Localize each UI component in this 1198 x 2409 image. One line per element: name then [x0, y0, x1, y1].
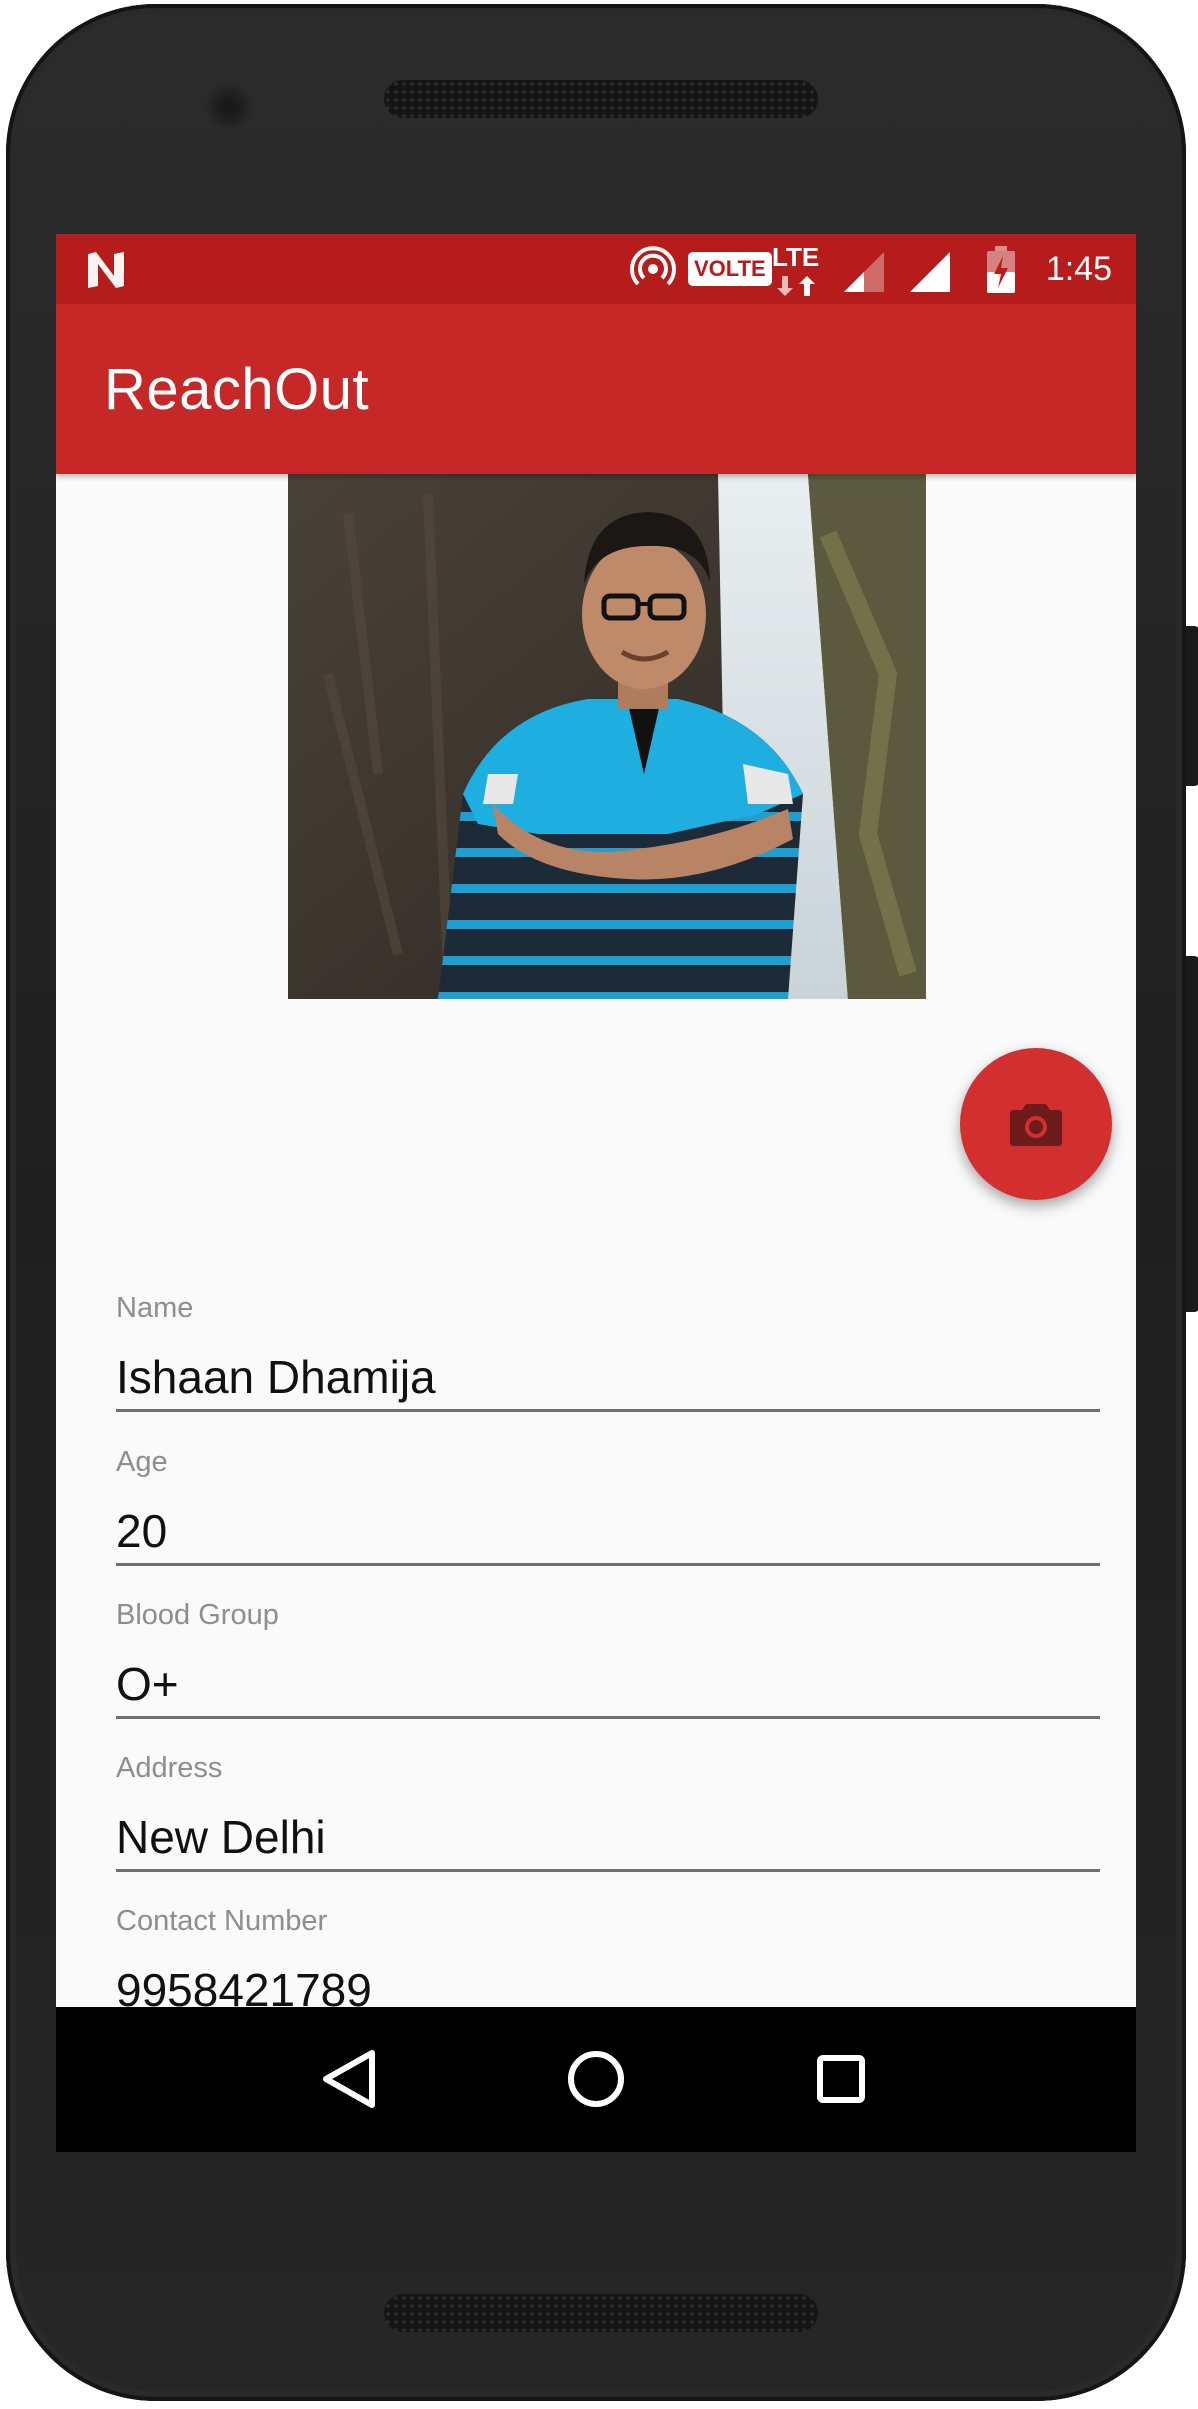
age-input[interactable]	[116, 1498, 1100, 1566]
screen: VOLTE LTE 1:45 ReachOut Name Ishaan Dham…	[56, 234, 1136, 2152]
data-arrows-icon	[776, 274, 816, 303]
name-label: Name	[116, 1292, 194, 1324]
profile-photo	[288, 474, 926, 999]
home-button[interactable]	[541, 2029, 651, 2129]
status-time: 1:45	[1045, 250, 1112, 288]
profile-form-scroll[interactable]: Name Age Blood Group Address Contact Num…	[56, 474, 1136, 2078]
front-camera	[204, 82, 254, 132]
lte-label: LTE	[772, 242, 820, 272]
signal-sim1-icon	[842, 250, 886, 299]
age-label: Age	[116, 1446, 168, 1478]
volume-rocker	[1186, 956, 1198, 1312]
volte-badge: VOLTE	[688, 252, 772, 286]
device-frame: VOLTE LTE 1:45 ReachOut Name Ishaan Dham…	[0, 0, 1198, 2409]
address-input[interactable]	[116, 1804, 1100, 1872]
name-input[interactable]	[116, 1344, 1100, 1412]
notification-n-icon	[84, 248, 128, 297]
power-button	[1186, 626, 1198, 786]
status-bar: VOLTE LTE 1:45	[56, 234, 1136, 304]
app-title: ReachOut	[104, 357, 370, 422]
app-bar: ReachOut	[56, 304, 1136, 474]
bottom-speaker-grille	[384, 2294, 818, 2332]
hotspot-icon	[630, 246, 676, 297]
profile-photo-image	[288, 474, 926, 999]
blood-group-label: Blood Group	[116, 1599, 279, 1631]
navigation-bar	[56, 2007, 1136, 2152]
change-photo-button[interactable]	[960, 1048, 1112, 1200]
contact-number-label: Contact Number	[116, 1905, 328, 1937]
blood-group-input[interactable]	[116, 1651, 1100, 1719]
back-button[interactable]	[296, 2029, 406, 2129]
address-label: Address	[116, 1752, 223, 1784]
signal-sim2-icon	[908, 250, 952, 299]
recents-button[interactable]	[786, 2029, 896, 2129]
top-speaker-grille	[384, 80, 818, 118]
battery-charging-icon	[986, 246, 1016, 299]
